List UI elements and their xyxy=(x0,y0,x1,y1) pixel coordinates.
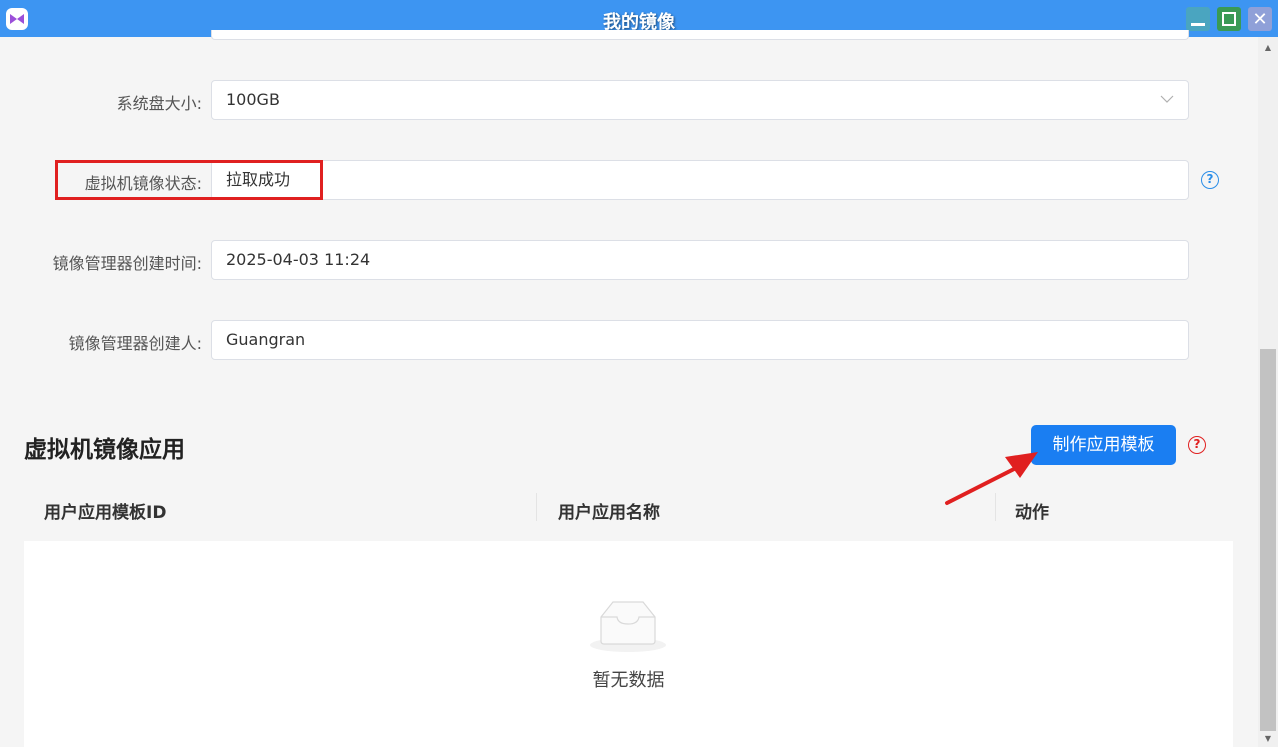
minimize-icon xyxy=(1191,22,1205,26)
empty-state-text: 暂无数据 xyxy=(592,670,665,691)
empty-inbox-icon xyxy=(590,601,666,652)
column-header-template-id: 用户应用模板ID xyxy=(44,503,167,523)
creator-field: Guangran xyxy=(211,320,1189,360)
created-time-field: 2025-04-03 11:24 xyxy=(211,240,1189,280)
table-header: 用户应用模板ID 用户应用名称 动作 xyxy=(24,485,1233,531)
close-icon: ✕ xyxy=(1252,8,1268,30)
created-time-label: 镜像管理器创建时间: xyxy=(52,254,202,273)
make-template-button[interactable]: 制作应用模板 xyxy=(1031,425,1176,465)
maximize-icon xyxy=(1222,12,1236,26)
vertical-scrollbar[interactable]: ▲ ▼ xyxy=(1258,37,1278,747)
column-header-app-name: 用户应用名称 xyxy=(558,503,660,523)
created-time-value: 2025-04-03 11:24 xyxy=(226,250,371,269)
creator-row: 镜像管理器创建人: Guangran xyxy=(0,320,1258,360)
vm-image-status-field: 拉取成功 xyxy=(211,160,1189,200)
help-icon-red[interactable]: ? xyxy=(1188,436,1206,454)
scroll-down-icon[interactable]: ▼ xyxy=(1258,734,1278,743)
section-title: 虚拟机镜像应用 xyxy=(24,437,185,463)
creator-label: 镜像管理器创建人: xyxy=(68,334,202,353)
column-divider[interactable] xyxy=(536,493,537,521)
disk-size-value: 100GB xyxy=(226,90,280,109)
minimize-button[interactable] xyxy=(1186,7,1210,31)
scroll-up-icon[interactable]: ▲ xyxy=(1258,43,1278,52)
help-icon[interactable]: ? xyxy=(1201,171,1219,189)
disk-size-label: 系统盘大小: xyxy=(116,94,202,113)
creator-value: Guangran xyxy=(226,330,306,349)
scrollbar-thumb[interactable] xyxy=(1260,349,1276,731)
status-highlight-box xyxy=(55,160,323,200)
disk-size-row: 系统盘大小: 100GB xyxy=(0,80,1258,120)
created-time-row: 镜像管理器创建时间: 2025-04-03 11:24 xyxy=(0,240,1258,280)
column-header-action: 动作 xyxy=(1015,503,1049,523)
column-divider[interactable] xyxy=(995,493,996,521)
maximize-button[interactable] xyxy=(1217,7,1241,31)
previous-field-input[interactable] xyxy=(211,30,1189,40)
chevron-down-icon xyxy=(1160,95,1174,103)
close-button[interactable]: ✕ xyxy=(1248,7,1272,31)
table-body: 暂无数据 xyxy=(24,541,1233,747)
disk-size-select[interactable]: 100GB xyxy=(211,80,1189,120)
